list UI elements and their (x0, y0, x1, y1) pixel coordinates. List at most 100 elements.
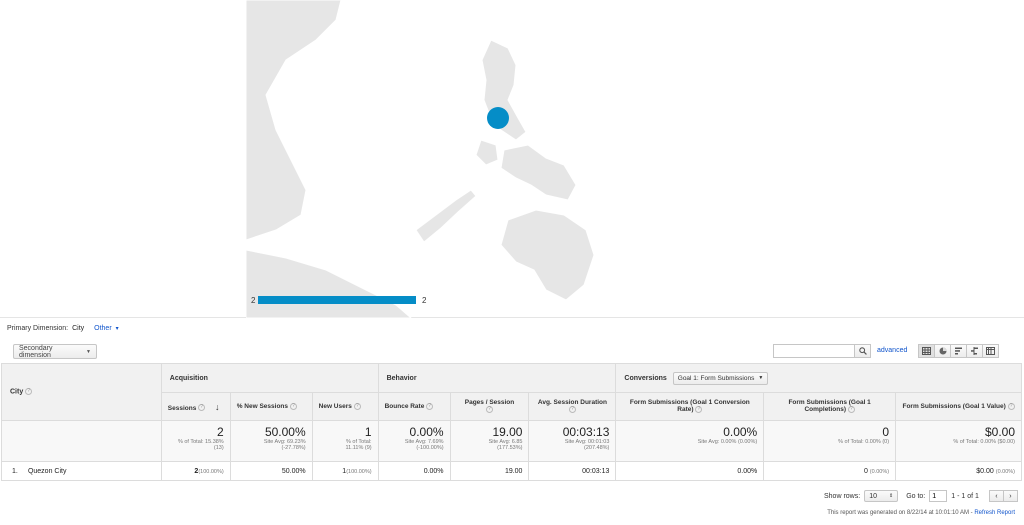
help-icon[interactable]: ? (25, 388, 33, 396)
chevron-down-icon: ▾ (115, 326, 119, 332)
conv-rate-header-label: Form Submissions (Goal 1 Conversion Rate… (629, 399, 750, 414)
table-row: 1. Quezon City 2(100.00%) 50.00% 1(100.0… (1, 461, 1022, 481)
search-input[interactable] (773, 344, 855, 358)
sessions-pct: (100.00%) (198, 468, 224, 475)
value-column-header[interactable]: Form Submissions (Goal 1 Value) ? (895, 392, 1022, 421)
performance-view-button[interactable] (950, 344, 967, 358)
totals-completions: 0 % of Total: 0.00% (0) (763, 420, 897, 462)
help-icon[interactable]: ? (198, 404, 206, 412)
new-sessions-column-header[interactable]: % New Sessions ? (229, 392, 313, 421)
totals-new-sessions-sub2: (-27.78%) (281, 445, 306, 451)
goto-input[interactable] (929, 490, 948, 502)
help-icon[interactable]: ? (289, 402, 297, 410)
totals-bounce-rate: 0.00% Site Avg: 7.69% (-100.00%) (377, 420, 451, 462)
goal-select-dropdown[interactable]: Goal 1: Form Submissions ▼ (672, 371, 769, 385)
comparison-view-button[interactable] (966, 344, 983, 358)
caret-down-icon: ▼ (86, 348, 91, 355)
legend-max-label: 2 (422, 296, 427, 305)
help-icon[interactable]: ? (1007, 402, 1015, 410)
help-icon[interactable]: ? (568, 406, 576, 414)
show-rows-value: 10 (869, 492, 877, 500)
grid-view-icon (922, 347, 931, 355)
avg-duration-cell: 00:03:13 (528, 461, 617, 481)
help-icon[interactable]: ? (847, 406, 855, 414)
help-icon[interactable]: ? (426, 402, 434, 410)
totals-value: $0.00 % of Total: 0.00% ($0.00) (895, 420, 1022, 462)
new-sessions-cell: 50.00% (229, 461, 313, 481)
secondary-dimension-label: Secondary dimension (19, 344, 53, 359)
mindanao-landmass (500, 209, 595, 301)
totals-sessions-value: 2 (217, 425, 224, 439)
new-users-pct: (100.00%) (346, 468, 372, 475)
new-sessions-header-label: % New Sessions (236, 403, 289, 411)
totals-new-sessions: 50.00% Site Avg: 69.23% (-27.78%) (229, 420, 313, 462)
caret-down-icon: ▼ (758, 375, 764, 381)
totals-new-sessions-value: 50.00% (264, 425, 306, 439)
city-header-label: City (10, 388, 24, 396)
totals-avg-duration-sub2: (207.48%) (584, 445, 610, 451)
quezon-city-bubble[interactable] (487, 107, 509, 129)
sessions-header-label: Sessions (167, 404, 197, 412)
visayas-landmass (500, 144, 577, 201)
new-users-cell: 1(100.00%) (311, 461, 379, 481)
value-header-label: Form Submissions (Goal 1 Value) (902, 403, 1006, 411)
city-column-header[interactable]: City ? (1, 363, 162, 421)
avg-duration-header-label: Avg. Session Duration (537, 399, 607, 407)
totals-completions-sub: % of Total: 0.00% (0) (838, 439, 890, 445)
totals-sessions-sub2: (13) (213, 445, 224, 451)
totals-conv-rate-value: 0.00% (723, 425, 758, 439)
new-users-column-header[interactable]: New Users ? (311, 392, 379, 421)
search-button[interactable] (855, 344, 871, 358)
table-search (773, 344, 871, 358)
avg-duration-column-header[interactable]: Avg. Session Duration ? (528, 392, 617, 421)
completions-pct: (0.00%) (869, 468, 890, 475)
pager: ‹ › (988, 490, 1018, 502)
view-toggle-group (918, 344, 999, 358)
help-icon[interactable]: ? (486, 406, 493, 414)
sort-arrow-down-icon: ↓ (214, 401, 220, 412)
conv-rate-column-header[interactable]: Form Submissions (Goal 1 Conversion Rate… (615, 392, 765, 421)
totals-label-cell (1, 420, 162, 462)
next-page-button[interactable]: › (1002, 490, 1018, 502)
primary-dimension-row: Primary Dimension: City Other ▾ (7, 325, 119, 332)
value-value: $0.00 (976, 467, 994, 475)
help-icon[interactable]: ? (353, 402, 361, 410)
borneo-landmass (246, 249, 412, 318)
city-link[interactable]: Quezon City (28, 468, 67, 475)
mindoro-landmass (475, 139, 499, 166)
completions-column-header[interactable]: Form Submissions (Goal 1 Completions) ? (763, 392, 897, 421)
palawan-landmass (415, 189, 477, 243)
totals-avg-duration-value: 00:03:13 (562, 425, 610, 439)
completions-cell: 0 (0.00%) (763, 461, 897, 481)
totals-pages-session: 19.00 Site Avg: 6.85 (177.53%) (449, 420, 530, 462)
bounce-rate-column-header[interactable]: Bounce Rate ? (377, 392, 451, 421)
totals-new-users: 1 % of Total: 11.11% (9) (311, 420, 379, 462)
refresh-report-link[interactable]: Refresh Report (974, 510, 1015, 516)
pages-session-column-header[interactable]: Pages / Session ? (449, 392, 530, 421)
show-rows-label: Show rows: (824, 492, 861, 500)
completions-value: 0 (863, 467, 868, 475)
help-icon[interactable]: ? (695, 406, 703, 414)
secondary-dimension-dropdown[interactable]: Secondary dimension ▼ (13, 344, 97, 359)
totals-new-users-sub2: 11.11% (9) (345, 445, 372, 451)
bounce-rate-header-label: Bounce Rate (384, 403, 425, 411)
geo-map[interactable]: 2 2 (0, 0, 1024, 318)
conversions-group-header: Conversions Goal 1: Form Submissions ▼ (615, 363, 1022, 393)
pivot-view-icon (986, 347, 995, 355)
dimension-city[interactable]: City (72, 325, 84, 332)
advanced-filter-link[interactable]: advanced (877, 347, 907, 354)
show-rows-select[interactable]: 10 ⇕ (864, 490, 899, 502)
prev-page-button[interactable]: ‹ (988, 490, 1004, 502)
totals-row: 2 % of Total: 15.38% (13) 50.00% Site Av… (1, 420, 1022, 462)
totals-avg-duration: 00:03:13 Site Avg: 00:01:03 (207.48%) (528, 420, 617, 462)
sessions-column-header[interactable]: Sessions ? ↓ (160, 392, 231, 421)
dimension-other-link[interactable]: Other (94, 325, 112, 332)
pie-view-button[interactable] (934, 344, 951, 358)
pivot-view-button[interactable] (982, 344, 999, 358)
legend-min-label: 2 (251, 296, 256, 305)
grid-view-button[interactable] (918, 344, 935, 358)
goal-select-label: Goal 1: Form Submissions (677, 374, 755, 382)
legend-color-bar (258, 296, 416, 304)
report-generated-note: This report was generated on 8/22/14 at … (827, 510, 1015, 516)
conv-rate-cell: 0.00% (615, 461, 765, 481)
